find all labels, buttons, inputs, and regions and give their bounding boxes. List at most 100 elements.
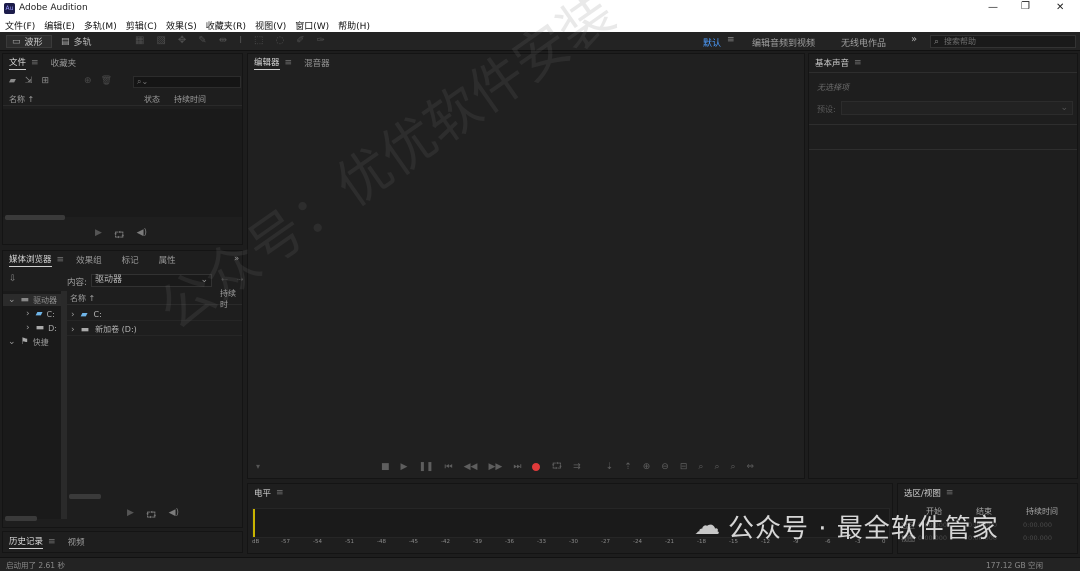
selection-end-value[interactable]: 0:00.000 (968, 521, 997, 529)
view-duration-value[interactable]: 0:00.000 (1023, 534, 1052, 542)
selection-panel-menu-icon[interactable]: ≡ (946, 488, 954, 498)
tab-selection-view[interactable]: 选区/视图 (904, 487, 941, 499)
minimize-button[interactable]: — (988, 2, 998, 13)
selection-duration-value[interactable]: 0:00.000 (1023, 521, 1052, 529)
selection-start-value[interactable]: 0:00.000 (918, 521, 947, 529)
menu-file[interactable]: 文件(F) (5, 19, 35, 32)
tab-markers[interactable]: 标记 (122, 254, 139, 266)
close-button[interactable]: ✕ (1056, 2, 1064, 13)
list-item[interactable]: › ▬ 新加卷 (D:) (67, 324, 242, 336)
delete-file-icon[interactable]: 🗑 (101, 76, 112, 86)
slip-tool-icon[interactable]: ⇹ (219, 35, 227, 46)
column-duration[interactable]: 持续时间 (174, 94, 206, 105)
files-search-field[interactable]: ⌕⌄ (133, 76, 241, 88)
content-dropdown[interactable]: 驱动器 ⌄ (91, 274, 212, 287)
media-import-icon[interactable]: ⇩ (9, 274, 17, 284)
play-icon[interactable]: ▶ (401, 462, 408, 472)
menu-view[interactable]: 视图(V) (255, 19, 286, 32)
list-item[interactable]: › ▰ C: (67, 309, 242, 321)
zoom-out-amplitude-icon[interactable]: ⇡ (624, 462, 632, 472)
media-browser-menu-icon[interactable]: ≡ (57, 255, 65, 265)
levels-panel-menu-icon[interactable]: ≡ (276, 488, 284, 498)
tab-properties[interactable]: 属性 (159, 254, 176, 266)
tab-files[interactable]: 文件 (9, 56, 27, 70)
marquee-tool-icon[interactable]: ⬚ (254, 35, 263, 46)
loop-preview-icon[interactable]: ⮔ (114, 228, 125, 244)
tab-levels[interactable]: 电平 (254, 487, 271, 499)
tree-item-drives[interactable]: ⌄ ▬ 驱动器 (3, 294, 61, 306)
tab-media-browser[interactable]: 媒体浏览器 (9, 253, 52, 267)
import-file-icon[interactable]: ⇲ (25, 76, 33, 86)
column-name[interactable]: 名称 ↑ (9, 94, 34, 105)
view-end-value[interactable]: 0:00.000 (968, 534, 997, 542)
media-column-duration[interactable]: 持续时 (220, 288, 242, 310)
menu-edit[interactable]: 编辑(E) (44, 19, 75, 32)
tab-video[interactable]: 视频 (68, 536, 85, 548)
collapse-icon[interactable]: › (71, 325, 75, 335)
spectral-frequency-icon[interactable]: ▦ (135, 35, 144, 46)
play-preview-icon[interactable]: ▶ (127, 508, 134, 524)
workspace-edit-audio-to-video[interactable]: 编辑音频到视频 (752, 36, 815, 49)
more-tabs-icon[interactable]: » (234, 254, 239, 264)
tab-history[interactable]: 历史记录 (9, 535, 44, 549)
files-list[interactable] (3, 109, 242, 217)
zoom-out-full-icon[interactable]: ⊟ (680, 462, 688, 472)
record-icon[interactable] (532, 463, 541, 471)
more-workspaces-icon[interactable]: » (911, 34, 917, 45)
loop-preview-icon[interactable]: ⮔ (146, 508, 157, 524)
rewind-icon[interactable]: ◀◀ (464, 462, 478, 472)
zoom-in-start-icon[interactable]: ⌕ (698, 462, 703, 472)
zoom-to-selection-icon[interactable]: ⌕ (730, 462, 735, 472)
nav-forward-icon[interactable]: ⇢ (237, 275, 244, 284)
tab-mixer[interactable]: 混音器 (304, 57, 330, 69)
history-panel-menu-icon[interactable]: ≡ (48, 537, 56, 547)
spectral-pitch-icon[interactable]: ▧ (156, 35, 165, 46)
tab-effects-rack[interactable]: 效果组 (76, 254, 102, 266)
collapse-icon[interactable]: › (26, 309, 30, 319)
lasso-tool-icon[interactable]: ◌ (275, 35, 284, 46)
nav-back-icon[interactable]: ⇠ (221, 275, 228, 284)
open-file-icon[interactable]: ▰ (9, 76, 16, 86)
essential-sound-menu-icon[interactable]: ≡ (854, 58, 862, 68)
view-start-value[interactable]: 0:00.000 (918, 534, 947, 542)
fast-forward-icon[interactable]: ▶▶ (488, 462, 502, 472)
stop-icon[interactable]: ■ (381, 462, 390, 472)
go-to-end-icon[interactable]: ⏭ (513, 462, 521, 472)
menu-help[interactable]: 帮助(H) (338, 19, 370, 32)
razor-tool-icon[interactable]: ✎ (198, 35, 206, 46)
expand-icon[interactable]: ⌄ (8, 337, 16, 347)
new-file-icon[interactable]: ⊞ (41, 76, 49, 86)
menu-window[interactable]: 窗口(W) (295, 19, 329, 32)
editor-panel-menu-icon[interactable]: ≡ (285, 58, 293, 68)
menu-effects[interactable]: 效果(S) (166, 19, 197, 32)
tree-item-c[interactable]: › ▰ C: (3, 308, 61, 320)
tab-essential-sound[interactable]: 基本声音 (815, 57, 849, 69)
autoplay-icon[interactable]: ◀) (169, 508, 179, 524)
skip-selection-icon[interactable]: ⇉ (573, 462, 581, 472)
column-status[interactable]: 状态 (144, 94, 160, 105)
files-scrollbar[interactable] (5, 215, 65, 220)
tree-item-shortcuts[interactable]: ⌄ ⚑ 快捷 (3, 336, 61, 348)
loop-playback-icon[interactable]: ⮔ (551, 459, 562, 475)
tab-favorites[interactable]: 收藏夹 (51, 57, 77, 69)
maximize-button[interactable]: ❐ (1021, 1, 1030, 12)
zoom-in-end-icon[interactable]: ⌕ (714, 462, 719, 472)
preset-dropdown[interactable]: ⌄ (841, 101, 1073, 115)
collapse-icon[interactable]: › (71, 310, 75, 320)
time-selection-icon[interactable]: I (239, 35, 242, 46)
zoom-in-time-icon[interactable]: ⊕ (643, 462, 651, 472)
insert-into-multitrack-icon[interactable]: ⊕ (84, 76, 92, 86)
tab-editor[interactable]: 编辑器 (254, 56, 280, 70)
zoom-in-amplitude-icon[interactable]: ⇣ (606, 462, 614, 472)
menu-multitrack[interactable]: 多轨(M) (84, 19, 117, 32)
play-preview-icon[interactable]: ▶ (95, 228, 102, 244)
zoom-out-time-icon[interactable]: ⊖ (661, 462, 669, 472)
waveform-button[interactable]: ▭ 波形 (6, 35, 52, 48)
zoom-fit-icon[interactable]: ⇔ (747, 462, 755, 472)
tree-item-d[interactable]: › ▬ D: (3, 322, 61, 334)
workspace-radio-production[interactable]: 无线电作品 (841, 36, 886, 49)
workspace-default[interactable]: 默认 (703, 36, 721, 49)
collapse-icon[interactable]: › (26, 323, 30, 333)
expand-icon[interactable]: ⌄ (8, 295, 16, 305)
media-column-name[interactable]: 名称 ↑ (70, 293, 95, 304)
